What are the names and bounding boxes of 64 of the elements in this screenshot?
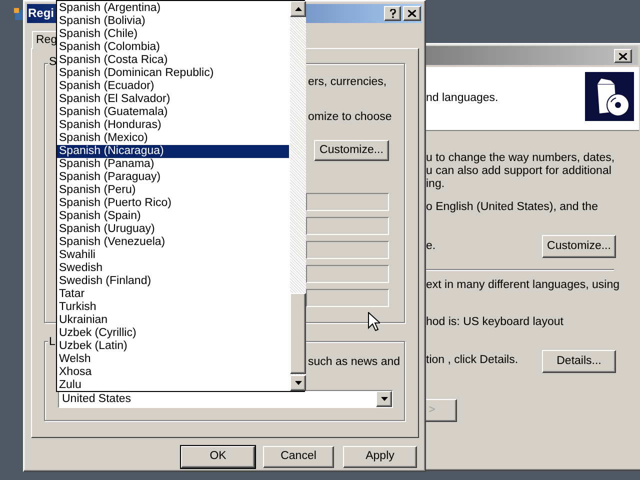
list-item[interactable]: Spanish (Venezuela) bbox=[57, 236, 289, 249]
list-item[interactable]: Spanish (Chile) bbox=[57, 28, 289, 41]
list-item[interactable]: Spanish (Bolivia) bbox=[57, 15, 289, 28]
description-text: such as news and bbox=[308, 356, 400, 369]
list-item[interactable]: Spanish (Nicaragua) bbox=[57, 145, 289, 158]
close-icon bbox=[408, 10, 416, 17]
list-item[interactable]: Spanish (El Salvador) bbox=[57, 93, 289, 106]
list-item[interactable]: Spanish (Spain) bbox=[57, 210, 289, 223]
list-item[interactable]: Spanish (Honduras) bbox=[57, 119, 289, 132]
list-item[interactable]: Spanish (Costa Rica) bbox=[57, 54, 289, 67]
list-item[interactable]: Spanish (Peru) bbox=[57, 184, 289, 197]
customize-button[interactable]: Customize... bbox=[314, 140, 389, 161]
list-item[interactable]: Spanish (Panama) bbox=[57, 158, 289, 171]
list-item[interactable]: Ukrainian bbox=[57, 314, 289, 327]
list-item[interactable]: Spanish (Dominican Republic) bbox=[57, 67, 289, 80]
customize-button[interactable]: Customize... bbox=[542, 235, 616, 258]
description-text: u can also add support for additional bbox=[426, 165, 612, 178]
close-icon bbox=[619, 52, 627, 60]
location-dropdown[interactable]: United States bbox=[58, 390, 393, 408]
list-item[interactable]: Spanish (Paraguay) bbox=[57, 171, 289, 184]
window-icon bbox=[14, 8, 23, 21]
list-item[interactable]: Uzbek (Latin) bbox=[57, 340, 289, 353]
close-button[interactable] bbox=[403, 6, 421, 21]
description-text: omize to choose bbox=[308, 111, 392, 124]
list-item[interactable]: Uzbek (Cyrillic) bbox=[57, 327, 289, 340]
description-text: ext in many different languages, using bbox=[426, 279, 620, 292]
scrollbar-thumb[interactable] bbox=[290, 293, 306, 374]
list-item[interactable]: Welsh bbox=[57, 353, 289, 366]
description-text: ers, currencies, bbox=[308, 76, 387, 89]
dropdown-arrow-icon bbox=[380, 397, 388, 401]
list-item[interactable]: Spanish (Mexico) bbox=[57, 132, 289, 145]
ok-button[interactable]: OK bbox=[181, 446, 255, 468]
up-arrow-icon bbox=[294, 7, 302, 11]
header-text: nd languages. bbox=[426, 92, 498, 105]
list-item[interactable]: Zulu bbox=[57, 379, 289, 392]
list-item[interactable]: Spanish (Colombia) bbox=[57, 41, 289, 54]
cancel-button[interactable]: Cancel bbox=[263, 446, 334, 468]
list-item[interactable]: Xhosa bbox=[57, 366, 289, 379]
list-item[interactable]: Spanish (Uruguay) bbox=[57, 223, 289, 236]
description-text: tion , click Details. bbox=[426, 354, 518, 367]
window-title: Regi bbox=[28, 7, 54, 20]
description-text: hod is: US keyboard layout bbox=[426, 316, 564, 329]
close-button[interactable] bbox=[614, 49, 632, 63]
list-item[interactable]: Tatar bbox=[57, 288, 289, 301]
down-arrow-icon bbox=[294, 381, 302, 385]
list-item[interactable]: Turkish bbox=[57, 301, 289, 314]
details-button[interactable]: Details... bbox=[542, 350, 616, 373]
scroll-down-button[interactable] bbox=[290, 375, 306, 391]
list-item[interactable]: Spanish (Ecuador) bbox=[57, 80, 289, 93]
list-item[interactable]: Swedish bbox=[57, 262, 289, 275]
description-text: u to change the way numbers, dates, bbox=[426, 152, 615, 165]
description-text: o English (United States), and the bbox=[426, 201, 598, 214]
help-button[interactable] bbox=[384, 6, 401, 21]
list-item[interactable]: Swahili bbox=[57, 249, 289, 262]
scroll-up-button[interactable] bbox=[290, 1, 306, 17]
description-text: e. bbox=[426, 240, 436, 253]
apply-button[interactable]: Apply bbox=[343, 446, 417, 468]
list-item[interactable]: Spanish (Guatemala) bbox=[57, 106, 289, 119]
list-item[interactable]: Swedish (Finland) bbox=[57, 275, 289, 288]
list-item[interactable]: Spanish (Puerto Rico) bbox=[57, 197, 289, 210]
list-item[interactable]: Spanish (Argentina) bbox=[57, 2, 289, 15]
help-icon bbox=[390, 9, 396, 18]
description-text: ing. bbox=[426, 178, 445, 191]
mouse-pointer-icon bbox=[368, 312, 380, 331]
